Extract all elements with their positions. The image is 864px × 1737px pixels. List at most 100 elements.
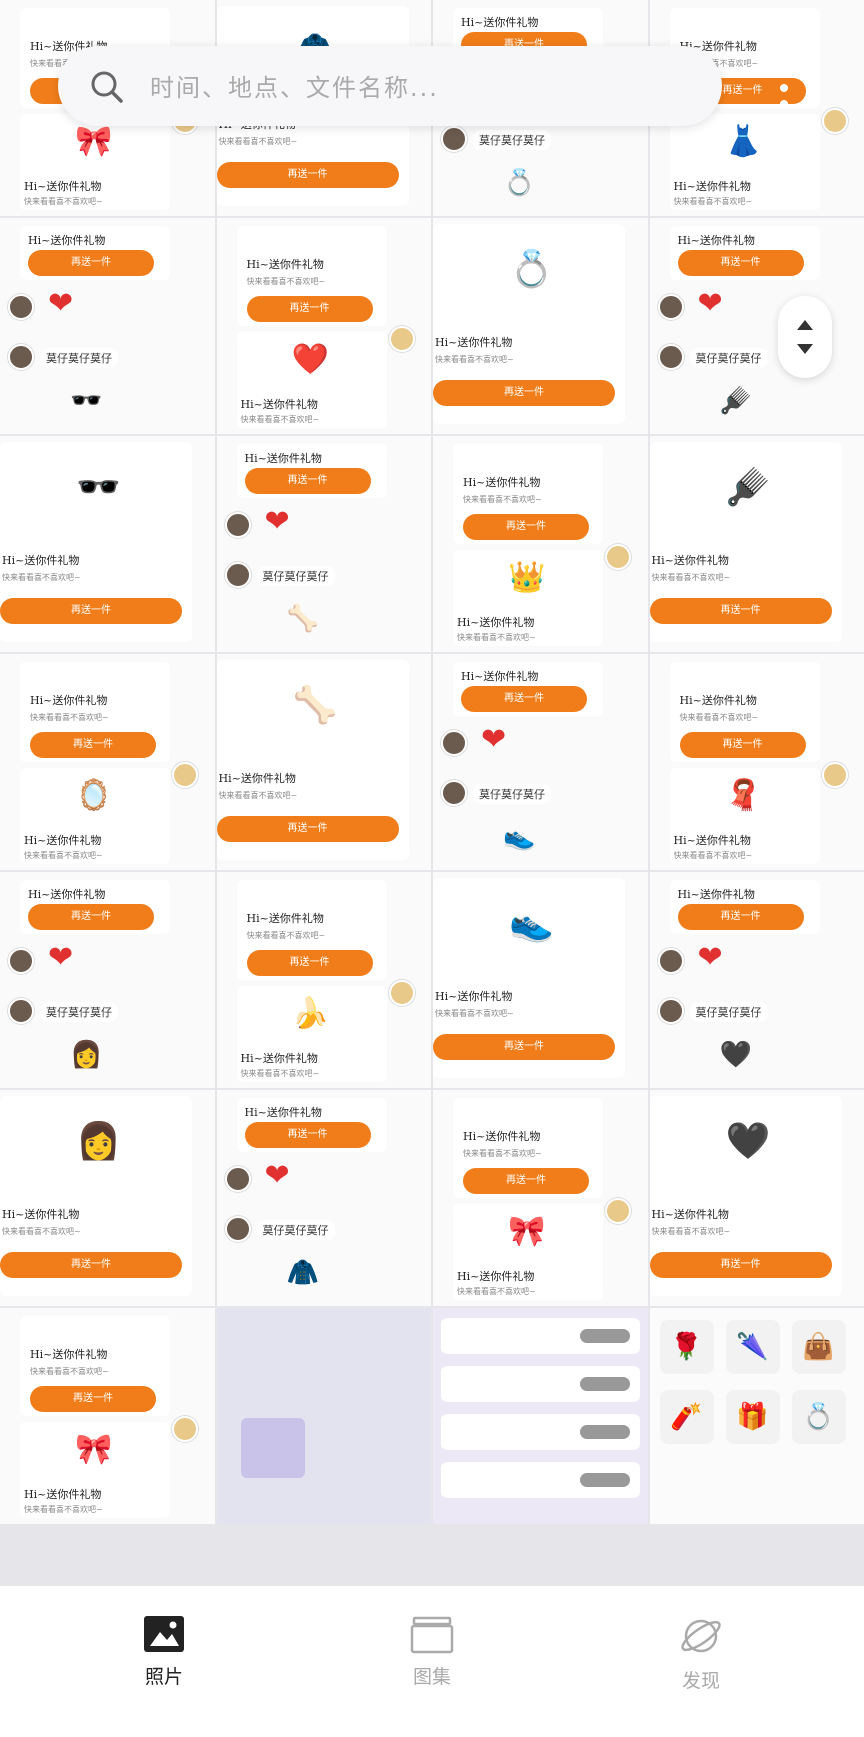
- gift-subtitle: 快来看看喜不喜欢吧~: [435, 1008, 514, 1019]
- gift-subtitle: 快来看看喜不喜欢吧~: [652, 572, 731, 583]
- item-icon: 🧨: [660, 1390, 714, 1444]
- photo-thumbnail[interactable]: Hi~送你件礼物快来看看喜不喜欢吧~再送一件🍌Hi~送你件礼物快来看看喜不喜欢吧…: [217, 872, 432, 1088]
- list-item: [441, 1318, 640, 1354]
- gift-subtitle: 快来看看喜不喜欢吧~: [674, 196, 753, 207]
- search-input[interactable]: 时间、地点、文件名称...: [150, 68, 439, 103]
- gift-item-image: 🎀: [75, 124, 112, 159]
- gift-title: Hi~送你件礼物: [463, 1128, 540, 1144]
- chat-message: 莫仔莫仔莫仔: [690, 348, 768, 368]
- gift-title: Hi~送你件礼物: [30, 1346, 107, 1362]
- more-vertical-icon[interactable]: [776, 66, 792, 110]
- photo-thumbnail[interactable]: [217, 1308, 432, 1524]
- send-again-button: 再送一件: [461, 686, 587, 712]
- photo-thumbnail[interactable]: 👩Hi~送你件礼物快来看看喜不喜欢吧~再送一件: [0, 1090, 215, 1306]
- photo-thumbnail[interactable]: Hi~送你件礼物快来看看喜不喜欢吧~再送一件❤️Hi~送你件礼物快来看看喜不喜欢…: [217, 218, 432, 434]
- gift-title: Hi~送你件礼物: [30, 692, 107, 708]
- planet-icon: [678, 1614, 724, 1658]
- gift-subtitle: 快来看看喜不喜欢吧~: [247, 930, 326, 941]
- gift-title: Hi~送你件礼物: [28, 232, 105, 248]
- gift-title: Hi~送你件礼物: [461, 668, 538, 684]
- photo-thumbnail[interactable]: Hi~送你件礼物再送一件❤莫仔莫仔莫仔🦴: [217, 436, 432, 652]
- photo-thumbnail[interactable]: 💍Hi~送你件礼物快来看看喜不喜欢吧~再送一件: [433, 218, 648, 434]
- screenshot-preview: [241, 1418, 305, 1478]
- photo-thumbnail[interactable]: 🖤Hi~送你件礼物快来看看喜不喜欢吧~再送一件: [650, 1090, 864, 1306]
- chat-message: 莫仔莫仔莫仔: [257, 566, 335, 586]
- list-item: [441, 1414, 640, 1450]
- avatar: [658, 998, 684, 1024]
- nav-photos[interactable]: 照片: [104, 1614, 224, 1689]
- gift-item-image: 🍌: [292, 996, 329, 1031]
- bottom-navigation: 照片 图集 发现: [0, 1585, 864, 1737]
- send-again-button: 再送一件: [247, 296, 373, 322]
- heart-icon: ❤: [481, 722, 506, 757]
- gift-card: Hi~送你件礼物再送一件: [237, 444, 387, 498]
- heart-icon: ❤: [265, 1158, 290, 1193]
- item-tag: [580, 1425, 630, 1439]
- photo-thumbnail[interactable]: 🦴Hi~送你件礼物快来看看喜不喜欢吧~再送一件: [217, 654, 432, 870]
- photo-thumbnail[interactable]: Hi~送你件礼物快来看看喜不喜欢吧~再送一件🪞Hi~送你件礼物快来看看喜不喜欢吧…: [0, 654, 215, 870]
- send-again-button: 再送一件: [678, 904, 804, 930]
- photo-thumbnail[interactable]: 👟Hi~送你件礼物快来看看喜不喜欢吧~再送一件: [433, 872, 648, 1088]
- avatar: [441, 730, 467, 756]
- gift-card: Hi~送你件礼物快来看看喜不喜欢吧~再送一件: [670, 662, 820, 762]
- photo-thumbnail[interactable]: Hi~送你件礼物快来看看喜不喜欢吧~再送一件🎀Hi~送你件礼物快来看看喜不喜欢吧…: [0, 1308, 215, 1524]
- gift-card: ❤️Hi~送你件礼物快来看看喜不喜欢吧~: [237, 332, 387, 428]
- heart-icon: ❤: [48, 940, 73, 975]
- gift-item-image: 🖤: [726, 1120, 771, 1162]
- photo-thumbnail[interactable]: Hi~送你件礼物快来看看喜不喜欢吧~再送一件👑Hi~送你件礼物快来看看喜不喜欢吧…: [433, 436, 648, 652]
- photo-thumbnail[interactable]: 🪮Hi~送你件礼物快来看看喜不喜欢吧~再送一件: [650, 436, 864, 652]
- gift-subtitle: 快来看看喜不喜欢吧~: [30, 1366, 109, 1377]
- gift-card: Hi~送你件礼物快来看看喜不喜欢吧~再送一件: [20, 1316, 170, 1416]
- avatar: [225, 512, 251, 538]
- search-bar[interactable]: 时间、地点、文件名称...: [58, 46, 722, 126]
- item-icon: 🌹: [660, 1320, 714, 1374]
- gift-title: Hi~送你件礼物: [2, 552, 79, 568]
- chat-message: 莫仔莫仔莫仔: [473, 784, 551, 804]
- photo-thumbnail[interactable]: Hi~送你件礼物再送一件❤莫仔莫仔莫仔🧥: [217, 1090, 432, 1306]
- nav-albums[interactable]: 图集: [372, 1614, 492, 1689]
- send-again-button: 再送一件: [463, 514, 589, 540]
- gift-subtitle: 快来看看喜不喜欢吧~: [463, 494, 542, 505]
- gift-title: Hi~送你件礼物: [24, 1486, 101, 1502]
- photo-thumbnail[interactable]: Hi~送你件礼物再送一件❤莫仔莫仔莫仔🖤: [650, 872, 864, 1088]
- gift-subtitle: 快来看看喜不喜欢吧~: [219, 790, 298, 801]
- list-item: [441, 1366, 640, 1402]
- chat-message: 莫仔莫仔莫仔: [40, 348, 118, 368]
- gift-item-image: 🎀: [508, 1214, 545, 1249]
- search-icon: [90, 70, 124, 104]
- photo-thumbnail[interactable]: Hi~送你件礼物再送一件❤莫仔莫仔莫仔👩: [0, 872, 215, 1088]
- gift-subtitle: 快来看看喜不喜欢吧~: [457, 1286, 536, 1297]
- chat-message: 莫仔莫仔莫仔: [257, 1220, 335, 1240]
- gift-item-image: 🪮: [720, 386, 752, 416]
- photo-thumbnail[interactable]: 🌹🌂👜🧨🎁💍: [650, 1308, 864, 1524]
- gift-subtitle: 快来看看喜不喜欢吧~: [24, 850, 103, 861]
- photo-thumbnail[interactable]: Hi~送你件礼物快来看看喜不喜欢吧~再送一件🧣Hi~送你件礼物快来看看喜不喜欢吧…: [650, 654, 864, 870]
- photo-thumbnail[interactable]: Hi~送你件礼物快来看看喜不喜欢吧~再送一件🎀Hi~送你件礼物快来看看喜不喜欢吧…: [433, 1090, 648, 1306]
- photo-thumbnail[interactable]: Hi~送你件礼物再送一件❤莫仔莫仔莫仔👟: [433, 654, 648, 870]
- gift-subtitle: 快来看看喜不喜欢吧~: [241, 414, 320, 425]
- gift-subtitle: 快来看看喜不喜欢吧~: [219, 136, 298, 147]
- photo-thumbnail[interactable]: [433, 1308, 648, 1524]
- avatar: [605, 1198, 631, 1224]
- send-again-button: 再送一件: [650, 1252, 832, 1278]
- nav-discover[interactable]: 发现: [641, 1614, 761, 1693]
- gift-card: 🍌Hi~送你件礼物快来看看喜不喜欢吧~: [237, 986, 387, 1082]
- gift-card: Hi~送你件礼物再送一件: [20, 226, 170, 280]
- avatar: [8, 344, 34, 370]
- gift-card: Hi~送你件礼物快来看看喜不喜欢吧~再送一件: [453, 1098, 603, 1198]
- chat-message: 莫仔莫仔莫仔: [40, 1002, 118, 1022]
- avatar: [8, 998, 34, 1024]
- gift-item-image: 🧥: [287, 1258, 319, 1288]
- nav-discover-label: 发现: [641, 1666, 761, 1693]
- photo-thumbnail[interactable]: 🕶️Hi~送你件礼物快来看看喜不喜欢吧~再送一件: [0, 436, 215, 652]
- gift-title: Hi~送你件礼物: [247, 910, 324, 926]
- fast-scroll-handle[interactable]: [778, 296, 832, 378]
- album-icon: [410, 1614, 454, 1654]
- gift-title: Hi~送你件礼物: [457, 614, 534, 630]
- avatar: [605, 544, 631, 570]
- photo-thumbnail[interactable]: Hi~送你件礼物再送一件❤莫仔莫仔莫仔🕶️: [0, 218, 215, 434]
- gift-title: Hi~送你件礼物: [674, 832, 751, 848]
- scroll-arrows-icon: [778, 296, 832, 378]
- gift-title: Hi~送你件礼物: [241, 396, 318, 412]
- send-again-button: 再送一件: [463, 1168, 589, 1194]
